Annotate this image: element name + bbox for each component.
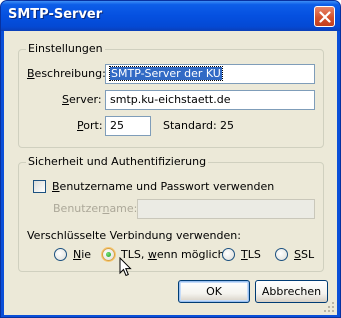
mouse-pointer-icon xyxy=(119,257,132,277)
radio-tls-if-possible[interactable] xyxy=(102,248,115,261)
radio-ssl[interactable] xyxy=(275,248,288,261)
security-legend: Sicherheit und Authentifizierung xyxy=(26,155,209,169)
port-value: 25 xyxy=(110,119,124,132)
radio-never[interactable] xyxy=(54,248,67,261)
server-value: smtp.ku-eichstaett.de xyxy=(110,93,231,106)
description-input[interactable]: SMTP-Server der KU xyxy=(105,64,315,84)
port-input[interactable]: 25 xyxy=(105,116,151,136)
ok-button[interactable]: OK xyxy=(178,280,250,303)
close-button[interactable] xyxy=(314,6,335,27)
radio-tls-if-possible-label[interactable]: TLS, wenn möglich xyxy=(121,248,225,262)
port-label: Port: xyxy=(77,119,103,132)
standard-value: 25 xyxy=(220,119,234,132)
security-group: Sicherheit und Authentifizierung Benutze… xyxy=(18,155,324,272)
cancel-button[interactable]: Abbrechen xyxy=(255,280,328,303)
server-input[interactable]: smtp.ku-eichstaett.de xyxy=(105,90,315,110)
title-bar[interactable]: SMTP-Server xyxy=(1,1,340,31)
username-input[interactable] xyxy=(137,199,315,219)
description-value: SMTP-Server der KU xyxy=(109,66,223,81)
server-label: Server: xyxy=(62,93,102,106)
settings-group: Einstellungen Beschreibung: SMTP-Server … xyxy=(18,42,324,148)
dialog-body: Einstellungen Beschreibung: SMTP-Server … xyxy=(4,31,337,315)
standard-label: Standard: xyxy=(163,119,217,132)
window-title: SMTP-Server xyxy=(8,7,103,22)
auth-checkbox[interactable] xyxy=(33,180,46,193)
resize-grip-icon[interactable] xyxy=(323,301,335,313)
auth-checkbox-label[interactable]: Benutzername und Passwort verwenden xyxy=(52,180,274,194)
radio-ssl-label[interactable]: SSL xyxy=(294,248,314,262)
encryption-label: Verschlüsselte Verbindung verwenden: xyxy=(27,229,241,242)
close-icon xyxy=(319,11,331,23)
radio-tls[interactable] xyxy=(222,248,235,261)
dialog-window: SMTP-Server Einstellungen Beschreibung: … xyxy=(0,0,341,318)
description-label: Beschreibung: xyxy=(27,67,106,80)
radio-tls-label[interactable]: TLS xyxy=(241,248,261,262)
radio-never-label[interactable]: Nie xyxy=(73,248,91,262)
settings-legend: Einstellungen xyxy=(26,42,105,56)
username-label: Benutzername: xyxy=(53,202,138,215)
